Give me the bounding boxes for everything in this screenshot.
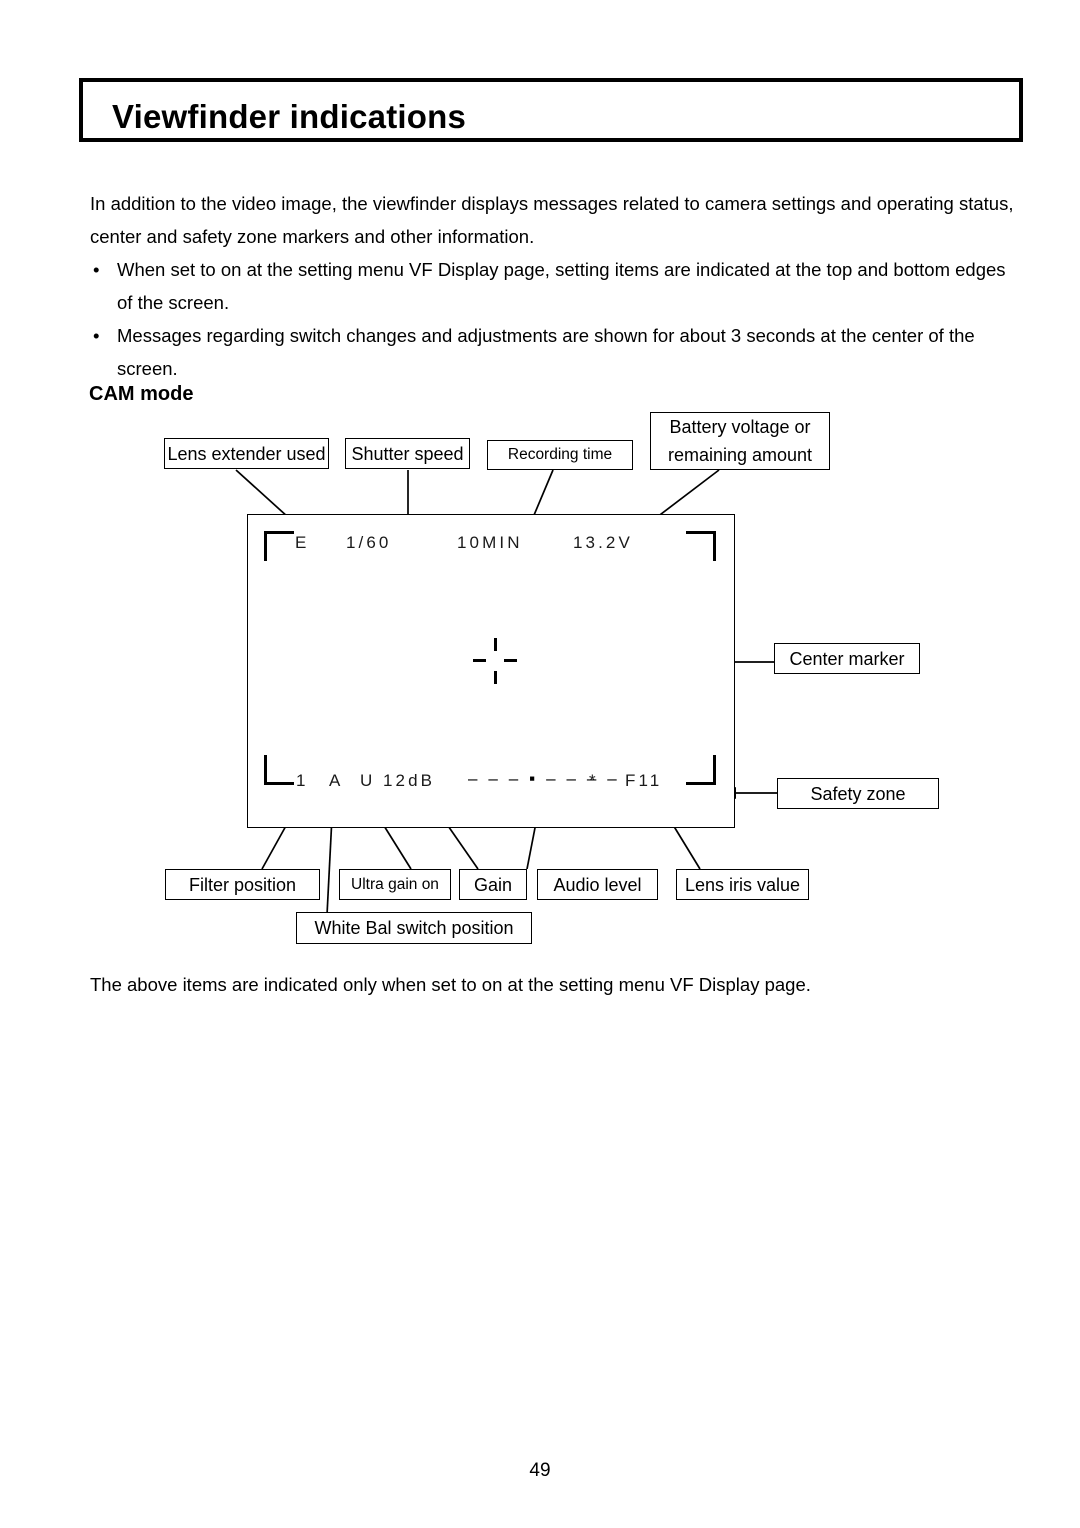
callout-label: Safety zone (810, 783, 906, 804)
callout-ultra-gain-on: Ultra gain on (339, 869, 451, 900)
osd-lens-extender: E (295, 533, 310, 552)
callout-battery-voltage: Battery voltage or remaining amount (650, 412, 830, 470)
callout-white-bal-switch-position: White Bal switch position (296, 912, 532, 944)
osd-shutter-speed: 1/60 (346, 533, 392, 552)
viewfinder-diagram: Lens extender used Shutter speed Recordi… (0, 0, 1080, 1528)
callout-label: Filter position (188, 874, 297, 895)
osd-audio-level-meter: – – – ▪ – – – – (468, 769, 620, 788)
callout-gain: Gain (459, 869, 527, 900)
callout-label: Gain (473, 874, 513, 895)
safety-zone-bracket-top-right (686, 531, 716, 561)
document-page: Viewfinder indications In addition to th… (0, 0, 1080, 1528)
callout-label: Recording time (507, 446, 613, 463)
callout-center-marker: Center marker (774, 643, 920, 674)
callout-audio-level: Audio level (537, 869, 658, 900)
osd-gain: 12dB (383, 771, 436, 790)
callout-shutter-speed: Shutter speed (345, 438, 470, 469)
callout-label: Ultra gain on (351, 875, 439, 893)
osd-lens-iris-value: F11 (625, 771, 663, 790)
page-number: 49 (529, 1460, 551, 1481)
callout-label: Center marker (789, 648, 905, 669)
safety-zone-bracket-bottom-right (686, 755, 716, 785)
osd-white-bal-switch: A (329, 771, 344, 790)
safety-zone-bracket-bottom-left (264, 755, 294, 785)
callout-label: Audio level (553, 874, 642, 895)
callout-label: Lens extender used (167, 443, 326, 464)
callout-lens-extender-used: Lens extender used (164, 438, 329, 469)
osd-recording-time: 10MIN (457, 533, 523, 552)
osd-battery-voltage: 13.2V (573, 533, 633, 552)
callout-recording-time: Recording time (487, 440, 633, 470)
callout-label: Lens iris value (684, 874, 801, 895)
callout-filter-position: Filter position (165, 869, 320, 900)
callout-label: White Bal switch position (314, 918, 514, 938)
safety-zone-bracket-top-left (264, 531, 294, 561)
callout-label: Shutter speed (351, 443, 464, 464)
osd-filter-position: 1 (296, 771, 309, 790)
callout-lens-iris-value: Lens iris value (676, 869, 809, 900)
callout-safety-zone: Safety zone (777, 778, 939, 809)
osd-ultra-gain: U (360, 771, 376, 790)
center-marker-icon (473, 638, 517, 684)
callout-label: Battery voltage or remaining amount (667, 417, 813, 465)
footer-note: The above items are indicated only when … (90, 974, 811, 995)
